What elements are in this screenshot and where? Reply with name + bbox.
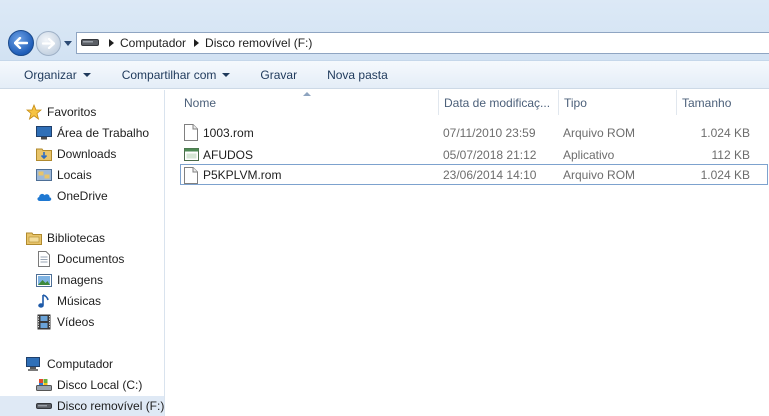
nav-music-label: Músicas xyxy=(57,294,102,308)
nav-documents-label: Documentos xyxy=(57,252,125,266)
file-type: Arquivo ROM xyxy=(563,167,636,182)
share-label: Compartilhar com xyxy=(121,67,217,82)
nav-desktop-label: Área de Trabalho xyxy=(57,126,150,140)
command-bar: Organizar Compartilhar com Gravar Nova p… xyxy=(0,61,769,89)
arrow-left-icon xyxy=(14,37,28,49)
nav-computer-label: Computador xyxy=(47,357,114,371)
column-header-date[interactable]: Data de modificaç... xyxy=(440,90,558,115)
column-divider[interactable] xyxy=(438,90,439,115)
breadcrumb-arrow-icon[interactable] xyxy=(194,39,200,47)
local-disk-icon xyxy=(36,377,52,393)
file-date: 07/11/2010 23:59 xyxy=(443,125,536,140)
file-row[interactable]: 1003.rom 07/11/2010 23:59 Arquivo ROM 1.… xyxy=(180,122,768,143)
file-type: Aplicativo xyxy=(563,147,615,162)
navigation-pane: Favoritos Área de Trabalho Downloads Loc… xyxy=(0,90,165,416)
desktop-icon xyxy=(36,125,52,141)
column-header-type[interactable]: Tipo xyxy=(560,90,676,115)
new-folder-label: Nova pasta xyxy=(327,67,388,82)
application-icon xyxy=(184,144,200,165)
column-divider[interactable] xyxy=(676,90,677,115)
music-note-icon xyxy=(36,293,52,309)
nav-removable-disk[interactable]: Disco removível (F:) xyxy=(0,396,164,416)
computer-icon xyxy=(26,356,42,372)
nav-favorites-label: Favoritos xyxy=(47,105,97,119)
organize-menu[interactable]: Organizar xyxy=(0,63,103,87)
file-list: Nome Data de modificaç... Tipo Tamanho 1… xyxy=(166,90,769,416)
breadcrumb-removable-disk[interactable]: Disco removível (F:) xyxy=(205,36,312,50)
nav-libraries-label: Bibliotecas xyxy=(47,231,106,245)
arrow-right-icon xyxy=(42,38,55,49)
nav-places-label: Locais xyxy=(57,168,92,182)
drive-icon xyxy=(81,37,101,49)
document-icon xyxy=(184,165,200,186)
column-divider[interactable] xyxy=(558,90,559,115)
file-name: AFUDOS xyxy=(203,147,254,162)
nav-videos-label: Vídeos xyxy=(57,315,95,329)
nav-pictures-label: Imagens xyxy=(57,273,104,287)
file-size: 1.024 KB xyxy=(700,167,750,182)
document-icon xyxy=(184,122,200,143)
chevron-down-icon xyxy=(222,72,231,77)
libraries-icon xyxy=(26,230,42,246)
file-row[interactable]: P5KPLVM.rom 23/06/2014 14:10 Arquivo ROM… xyxy=(180,164,768,185)
nav-onedrive-label: OneDrive xyxy=(57,189,108,203)
chevron-down-icon xyxy=(82,72,91,77)
column-header-name[interactable]: Nome xyxy=(180,90,438,115)
documents-icon xyxy=(36,251,52,267)
address-area: Computador Disco removível (F:) xyxy=(0,0,769,61)
address-bar[interactable]: Computador Disco removível (F:) xyxy=(76,32,769,54)
file-date: 05/07/2018 21:12 xyxy=(443,147,537,162)
file-name: P5KPLVM.rom xyxy=(203,167,282,182)
chevron-down-icon xyxy=(64,40,72,46)
pictures-icon xyxy=(36,272,52,288)
places-icon xyxy=(36,167,52,183)
nav-removable-disk-label: Disco removível (F:) xyxy=(57,399,165,413)
file-size: 112 KB xyxy=(711,147,750,162)
recent-pages-button[interactable] xyxy=(63,38,73,48)
downloads-folder-icon xyxy=(36,146,52,162)
back-button[interactable] xyxy=(8,30,34,56)
organize-label: Organizar xyxy=(24,67,77,82)
share-with-menu[interactable]: Compartilhar com xyxy=(103,63,243,87)
burn-label: Gravar xyxy=(260,67,298,82)
cloud-icon xyxy=(36,188,52,204)
breadcrumb-computer[interactable]: Computador xyxy=(120,36,186,50)
file-date: 23/06/2014 14:10 xyxy=(443,167,537,182)
column-header-size[interactable]: Tamanho xyxy=(678,90,758,115)
file-name: 1003.rom xyxy=(203,125,254,140)
file-row[interactable]: AFUDOS 05/07/2018 21:12 Aplicativo 112 K… xyxy=(180,144,768,165)
nav-downloads-label: Downloads xyxy=(57,147,117,161)
star-icon xyxy=(26,104,42,120)
file-size: 1.024 KB xyxy=(700,125,750,140)
film-icon xyxy=(36,314,52,330)
breadcrumb-arrow-icon[interactable] xyxy=(109,39,114,47)
file-type: Arquivo ROM xyxy=(563,125,636,140)
burn-button[interactable]: Gravar xyxy=(242,63,309,87)
nav-local-disk-label: Disco Local (C:) xyxy=(57,378,143,392)
forward-button[interactable] xyxy=(36,31,61,56)
new-folder-button[interactable]: Nova pasta xyxy=(309,63,400,87)
removable-drive-icon xyxy=(36,398,52,414)
